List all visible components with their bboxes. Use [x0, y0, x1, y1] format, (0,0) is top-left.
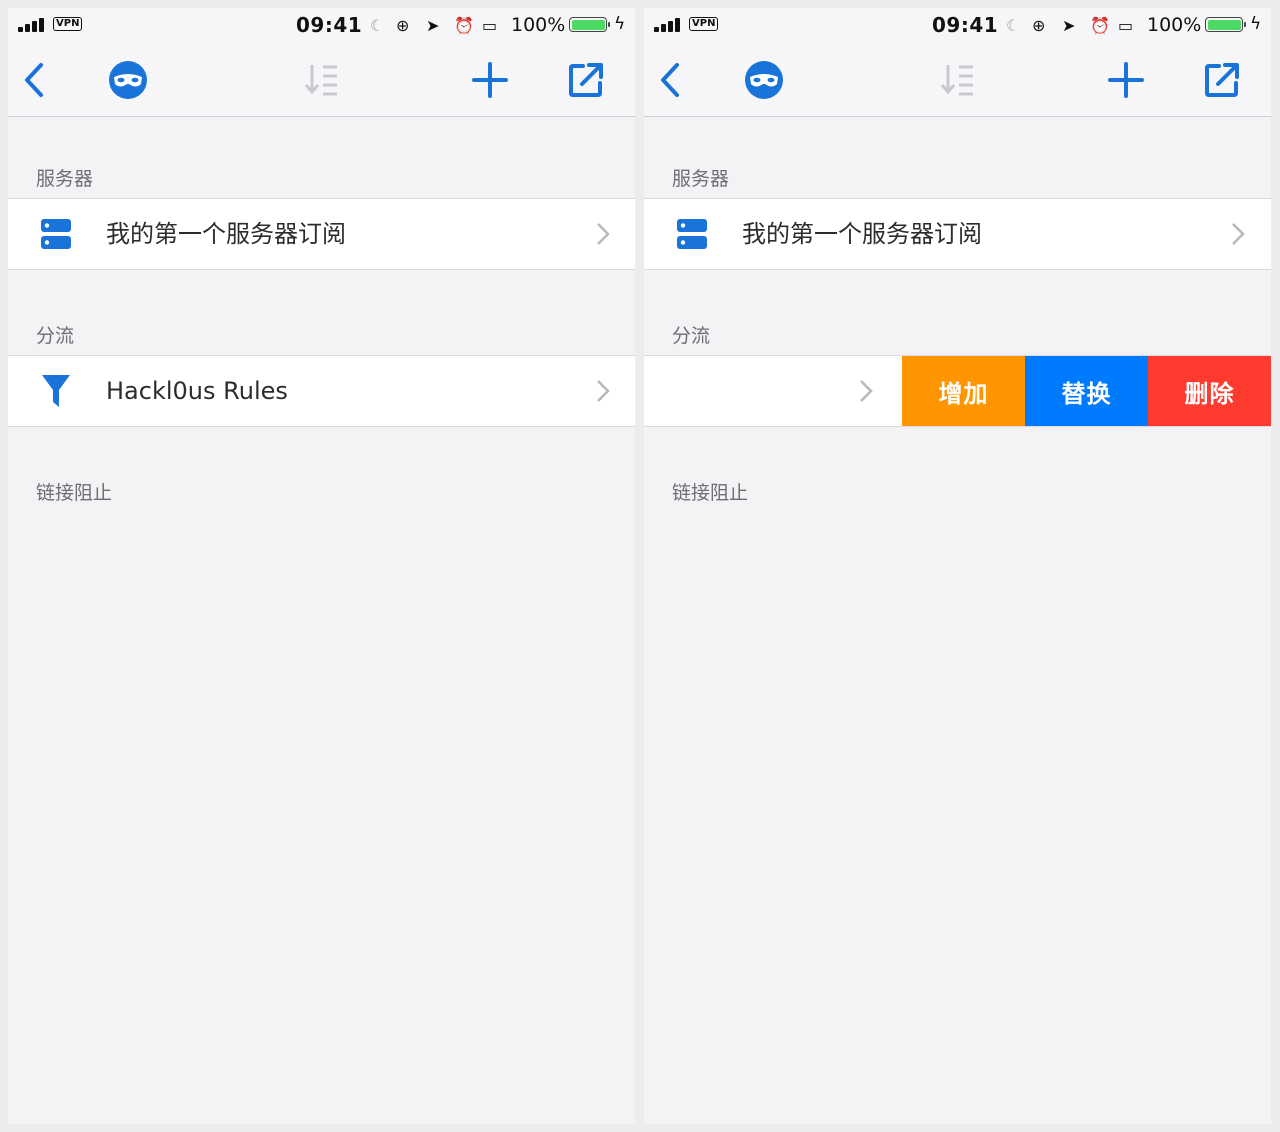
airplay-icon: ▭ [1118, 16, 1134, 35]
chevron-right-icon [597, 223, 610, 245]
back-chevron-icon [25, 63, 43, 97]
sort-icon [940, 65, 973, 96]
back-button[interactable] [12, 58, 56, 102]
phone-screen-left: VPN 09:41 ☾ ⊕ ➤ ⏰ ▭ 100% ϟ 服务器 我的第一个服务器订… [8, 8, 635, 1124]
sort-button[interactable] [936, 58, 980, 102]
sort-button[interactable] [300, 58, 344, 102]
server-row-label: 我的第一个服务器订阅 [742, 220, 982, 248]
plus-icon [1108, 62, 1144, 98]
signal-icon [654, 18, 684, 32]
status-bar: VPN 09:41 ☾ ⊕ ➤ ⏰ ▭ 100% ϟ [8, 8, 635, 44]
section-title-server: 服务器 [672, 168, 730, 190]
nav-bar [8, 44, 635, 117]
battery-percentage: 100% [511, 14, 566, 36]
swipe-actions: 增加 替换 删除 [902, 356, 1271, 426]
share-icon [1205, 63, 1239, 97]
chevron-right-icon [597, 380, 610, 402]
section-title-routing: 分流 [672, 325, 711, 347]
server-icon [677, 219, 707, 249]
charging-icon: ϟ [614, 14, 626, 34]
alarm-icon: ⏰ [1090, 16, 1110, 35]
status-bar: VPN 09:41 ☾ ⊕ ➤ ⏰ ▭ 100% ϟ [644, 8, 1271, 44]
phone-screen-right: VPN 09:41 ☾ ⊕ ➤ ⏰ ▭ 100% ϟ 服务器 我的第一个服务器订… [644, 8, 1271, 1124]
plus-icon [472, 62, 508, 98]
mask-button[interactable] [106, 58, 150, 102]
clock: 09:41 [932, 13, 999, 37]
mask-icon [745, 61, 783, 99]
chevron-right-icon [860, 380, 873, 402]
back-chevron-icon [661, 63, 679, 97]
clock: 09:41 [296, 13, 363, 37]
back-button[interactable] [648, 58, 692, 102]
charging-icon: ϟ [1250, 14, 1262, 34]
vpn-badge: VPN [689, 17, 719, 31]
nav-bar [644, 44, 1271, 117]
chevron-right-icon [1232, 223, 1245, 245]
moon-icon: ☾ [1006, 16, 1021, 35]
location-icon: ➤ [1062, 16, 1076, 35]
server-row[interactable]: 我的第一个服务器订阅 [8, 198, 635, 270]
share-button[interactable] [1200, 58, 1244, 102]
sort-icon [304, 65, 337, 96]
section-title-server: 服务器 [36, 168, 94, 190]
moon-icon: ☾ [370, 16, 385, 35]
orientation-lock-icon: ⊕ [1032, 16, 1046, 35]
section-title-routing: 分流 [36, 325, 75, 347]
airplay-icon: ▭ [482, 16, 498, 35]
section-title-block: 链接阻止 [672, 482, 749, 504]
battery-icon [1205, 17, 1246, 32]
routing-row-label: Hackl0us Rules [106, 377, 288, 405]
location-icon: ➤ [426, 16, 440, 35]
battery-percentage: 100% [1147, 14, 1202, 36]
mask-button[interactable] [742, 58, 786, 102]
server-icon [41, 219, 71, 249]
battery-icon [569, 17, 610, 32]
vpn-badge: VPN [53, 17, 83, 31]
routing-row-swiped[interactable]: 增加 替换 删除 [644, 355, 1271, 427]
swipe-replace-button[interactable]: 替换 [1025, 356, 1148, 426]
section-title-block: 链接阻止 [36, 482, 113, 504]
swipe-add-button[interactable]: 增加 [902, 356, 1025, 426]
swipe-delete-button[interactable]: 删除 [1148, 356, 1271, 426]
filter-icon [42, 375, 70, 407]
add-button[interactable] [468, 58, 512, 102]
routing-row[interactable]: Hackl0us Rules [8, 355, 635, 427]
add-button[interactable] [1104, 58, 1148, 102]
server-row-label: 我的第一个服务器订阅 [106, 220, 346, 248]
signal-icon [18, 18, 48, 32]
alarm-icon: ⏰ [454, 16, 474, 35]
share-icon [569, 63, 603, 97]
server-row[interactable]: 我的第一个服务器订阅 [644, 198, 1271, 270]
share-button[interactable] [564, 58, 608, 102]
mask-icon [109, 61, 147, 99]
orientation-lock-icon: ⊕ [396, 16, 410, 35]
